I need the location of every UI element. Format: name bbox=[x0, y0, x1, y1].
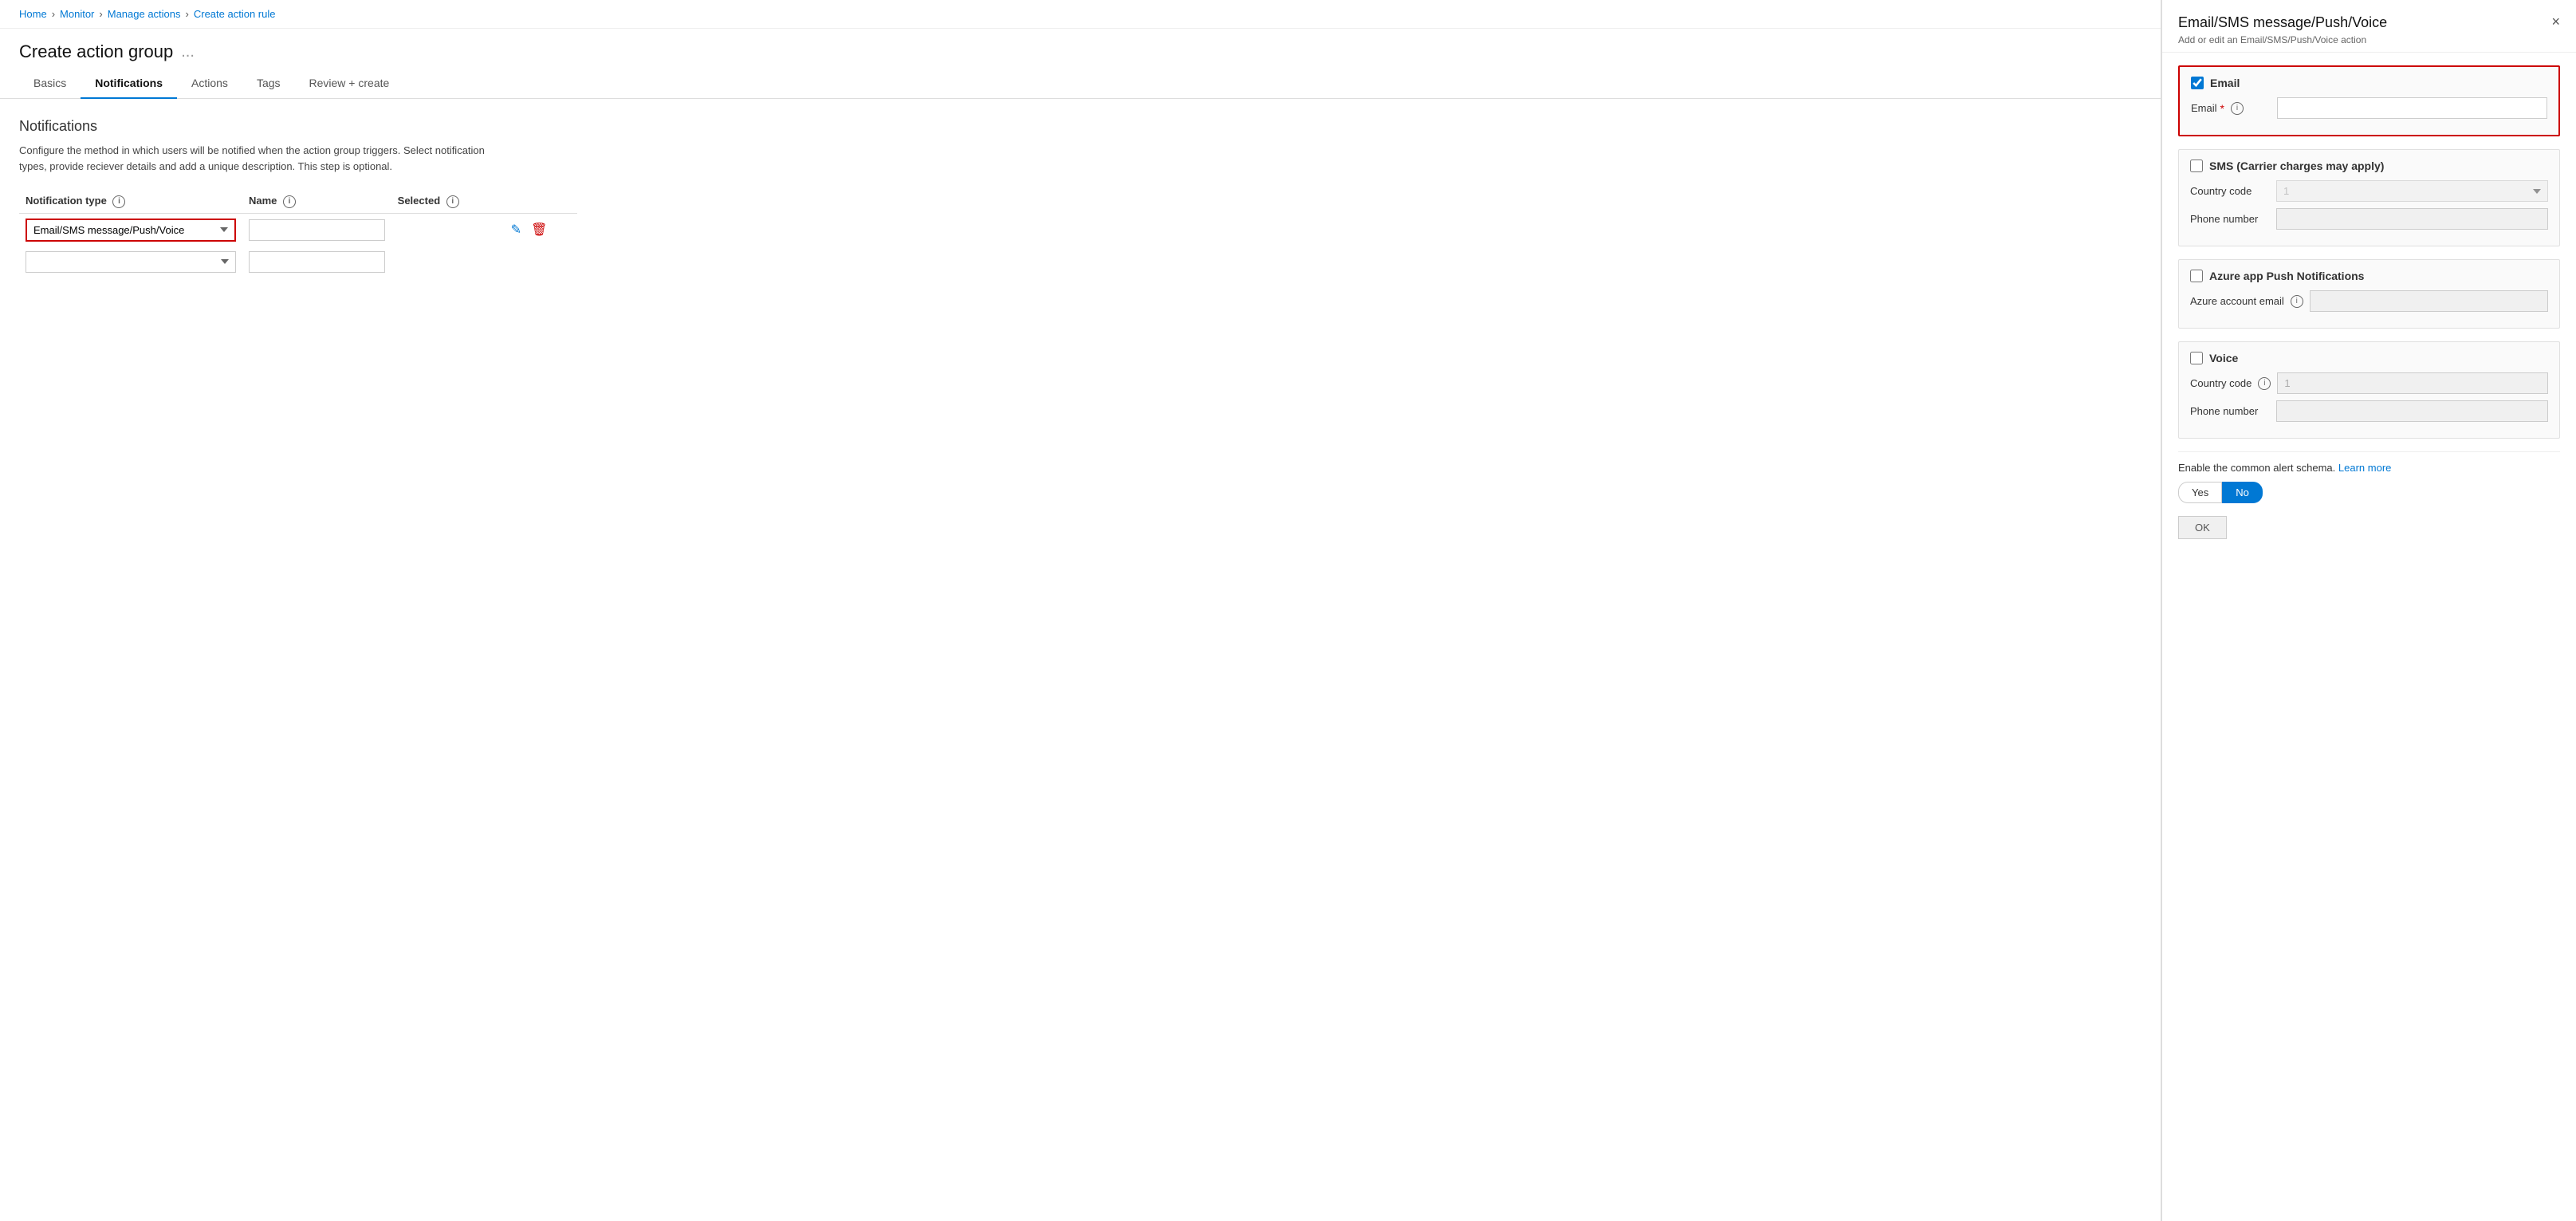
breadcrumb-create-action-rule[interactable]: Create action rule bbox=[194, 8, 276, 20]
sms-phone-input[interactable] bbox=[2276, 208, 2548, 230]
page-options-button[interactable]: ... bbox=[181, 43, 195, 61]
row1-action-buttons: ✎ 🗑 bbox=[509, 220, 571, 239]
email-field-info-icon[interactable]: i bbox=[2231, 102, 2244, 115]
voice-phone-label: Phone number bbox=[2190, 405, 2270, 417]
notification-name-input-1[interactable] bbox=[249, 219, 385, 241]
sms-phone-label: Phone number bbox=[2190, 213, 2270, 225]
sms-checkbox-label[interactable]: SMS (Carrier charges may apply) bbox=[2209, 160, 2384, 172]
row1-type-cell: Email/SMS message/Push/Voice bbox=[19, 213, 242, 246]
push-section: Azure app Push Notifications Azure accou… bbox=[2178, 259, 2560, 329]
breadcrumb-monitor[interactable]: Monitor bbox=[60, 8, 94, 20]
schema-text: Enable the common alert schema. Learn mo… bbox=[2178, 462, 2560, 474]
row1-name-cell bbox=[242, 213, 391, 246]
push-checkbox-row: Azure app Push Notifications bbox=[2190, 270, 2548, 282]
sms-country-code-row: Country code 1 bbox=[2190, 180, 2548, 202]
col-header-selected: Selected i bbox=[391, 190, 503, 213]
alert-schema-section: Enable the common alert schema. Learn mo… bbox=[2178, 451, 2560, 503]
row1-actions-cell: ✎ 🗑 bbox=[503, 213, 577, 246]
breadcrumb-sep-1: › bbox=[52, 8, 55, 20]
email-section: Email Email * i bbox=[2178, 65, 2560, 136]
col-header-name: Name i bbox=[242, 190, 391, 213]
page-title: Create action group bbox=[19, 41, 173, 62]
panel-body: Email Email * i SMS (Carrier charges may… bbox=[2162, 53, 2576, 1221]
edit-button-1[interactable]: ✎ bbox=[509, 220, 523, 239]
tab-tags[interactable]: Tags bbox=[242, 69, 295, 99]
voice-checkbox-label[interactable]: Voice bbox=[2209, 352, 2238, 364]
name-info-icon[interactable]: i bbox=[283, 195, 296, 208]
breadcrumb-home[interactable]: Home bbox=[19, 8, 47, 20]
sms-country-code-label: Country code bbox=[2190, 185, 2270, 197]
email-checkbox-row: Email bbox=[2191, 77, 2547, 89]
sms-checkbox-row: SMS (Carrier charges may apply) bbox=[2190, 160, 2548, 172]
col-header-type: Notification type i bbox=[19, 190, 242, 213]
push-account-email-row: Azure account email i bbox=[2190, 290, 2548, 312]
tab-bar: Basics Notifications Actions Tags Review… bbox=[0, 69, 2161, 99]
voice-section: Voice Country code i Phone number bbox=[2178, 341, 2560, 439]
voice-checkbox[interactable] bbox=[2190, 352, 2203, 364]
push-checkbox-label[interactable]: Azure app Push Notifications bbox=[2209, 270, 2364, 282]
row2-type-cell bbox=[19, 246, 242, 278]
push-checkbox[interactable] bbox=[2190, 270, 2203, 282]
panel-header: Email/SMS message/Push/Voice Add or edit… bbox=[2162, 0, 2576, 53]
voice-country-code-input[interactable] bbox=[2277, 372, 2548, 394]
sms-section: SMS (Carrier charges may apply) Country … bbox=[2178, 149, 2560, 246]
voice-country-code-info-icon[interactable]: i bbox=[2258, 377, 2271, 390]
notification-type-select-1[interactable]: Email/SMS message/Push/Voice bbox=[26, 219, 236, 242]
schema-toggle: Yes No bbox=[2178, 482, 2560, 503]
selected-info-icon[interactable]: i bbox=[446, 195, 459, 208]
schema-toggle-no[interactable]: No bbox=[2222, 482, 2263, 503]
notifications-table: Notification type i Name i Selected i bbox=[19, 190, 577, 278]
voice-country-code-label: Country code i bbox=[2190, 377, 2271, 390]
panel-title-area: Email/SMS message/Push/Voice Add or edit… bbox=[2178, 14, 2387, 45]
tab-actions[interactable]: Actions bbox=[177, 69, 242, 99]
close-panel-button[interactable]: × bbox=[2551, 14, 2560, 29]
voice-country-code-row: Country code i bbox=[2190, 372, 2548, 394]
learn-more-link[interactable]: Learn more bbox=[2338, 462, 2391, 474]
email-checkbox[interactable] bbox=[2191, 77, 2204, 89]
tab-basics[interactable]: Basics bbox=[19, 69, 81, 99]
notification-type-info-icon[interactable]: i bbox=[112, 195, 125, 208]
voice-checkbox-row: Voice bbox=[2190, 352, 2548, 364]
delete-button-1[interactable]: 🗑 bbox=[529, 220, 549, 239]
col-header-actions bbox=[503, 190, 577, 213]
breadcrumb: Home › Monitor › Manage actions › Create… bbox=[0, 0, 2161, 29]
email-input[interactable] bbox=[2277, 97, 2547, 119]
required-star: * bbox=[2220, 102, 2224, 115]
sms-phone-row: Phone number bbox=[2190, 208, 2548, 230]
table-row bbox=[19, 246, 577, 278]
notification-name-input-2[interactable] bbox=[249, 251, 385, 273]
push-account-email-label: Azure account email i bbox=[2190, 295, 2303, 308]
notification-type-select-2[interactable] bbox=[26, 251, 236, 273]
row2-actions-cell bbox=[503, 246, 577, 278]
row1-selected-cell bbox=[391, 213, 503, 246]
tab-review-create[interactable]: Review + create bbox=[295, 69, 404, 99]
tab-notifications[interactable]: Notifications bbox=[81, 69, 177, 99]
sms-checkbox[interactable] bbox=[2190, 160, 2203, 172]
breadcrumb-sep-3: › bbox=[186, 8, 189, 20]
breadcrumb-sep-2: › bbox=[99, 8, 102, 20]
voice-phone-input[interactable] bbox=[2276, 400, 2548, 422]
panel-title: Email/SMS message/Push/Voice bbox=[2178, 14, 2387, 31]
row2-selected-cell bbox=[391, 246, 503, 278]
voice-phone-row: Phone number bbox=[2190, 400, 2548, 422]
notifications-section: Notifications Configure the method in wh… bbox=[0, 99, 2161, 297]
email-checkbox-label[interactable]: Email bbox=[2210, 77, 2240, 89]
schema-toggle-yes[interactable]: Yes bbox=[2178, 482, 2222, 503]
row2-name-cell bbox=[242, 246, 391, 278]
push-account-email-input[interactable] bbox=[2310, 290, 2548, 312]
section-description: Configure the method in which users will… bbox=[19, 143, 498, 174]
section-title: Notifications bbox=[19, 118, 2141, 135]
sms-country-code-select[interactable]: 1 bbox=[2276, 180, 2548, 202]
email-field-label: Email * i bbox=[2191, 102, 2271, 115]
side-panel: Email/SMS message/Push/Voice Add or edit… bbox=[2161, 0, 2576, 1221]
page-title-area: Create action group ... bbox=[0, 29, 2161, 69]
panel-subtitle: Add or edit an Email/SMS/Push/Voice acti… bbox=[2178, 34, 2387, 45]
push-account-email-info-icon[interactable]: i bbox=[2291, 295, 2303, 308]
ok-button[interactable]: OK bbox=[2178, 516, 2227, 539]
table-row: Email/SMS message/Push/Voice ✎ 🗑 bbox=[19, 213, 577, 246]
breadcrumb-manage-actions[interactable]: Manage actions bbox=[108, 8, 181, 20]
email-field-row: Email * i bbox=[2191, 97, 2547, 119]
